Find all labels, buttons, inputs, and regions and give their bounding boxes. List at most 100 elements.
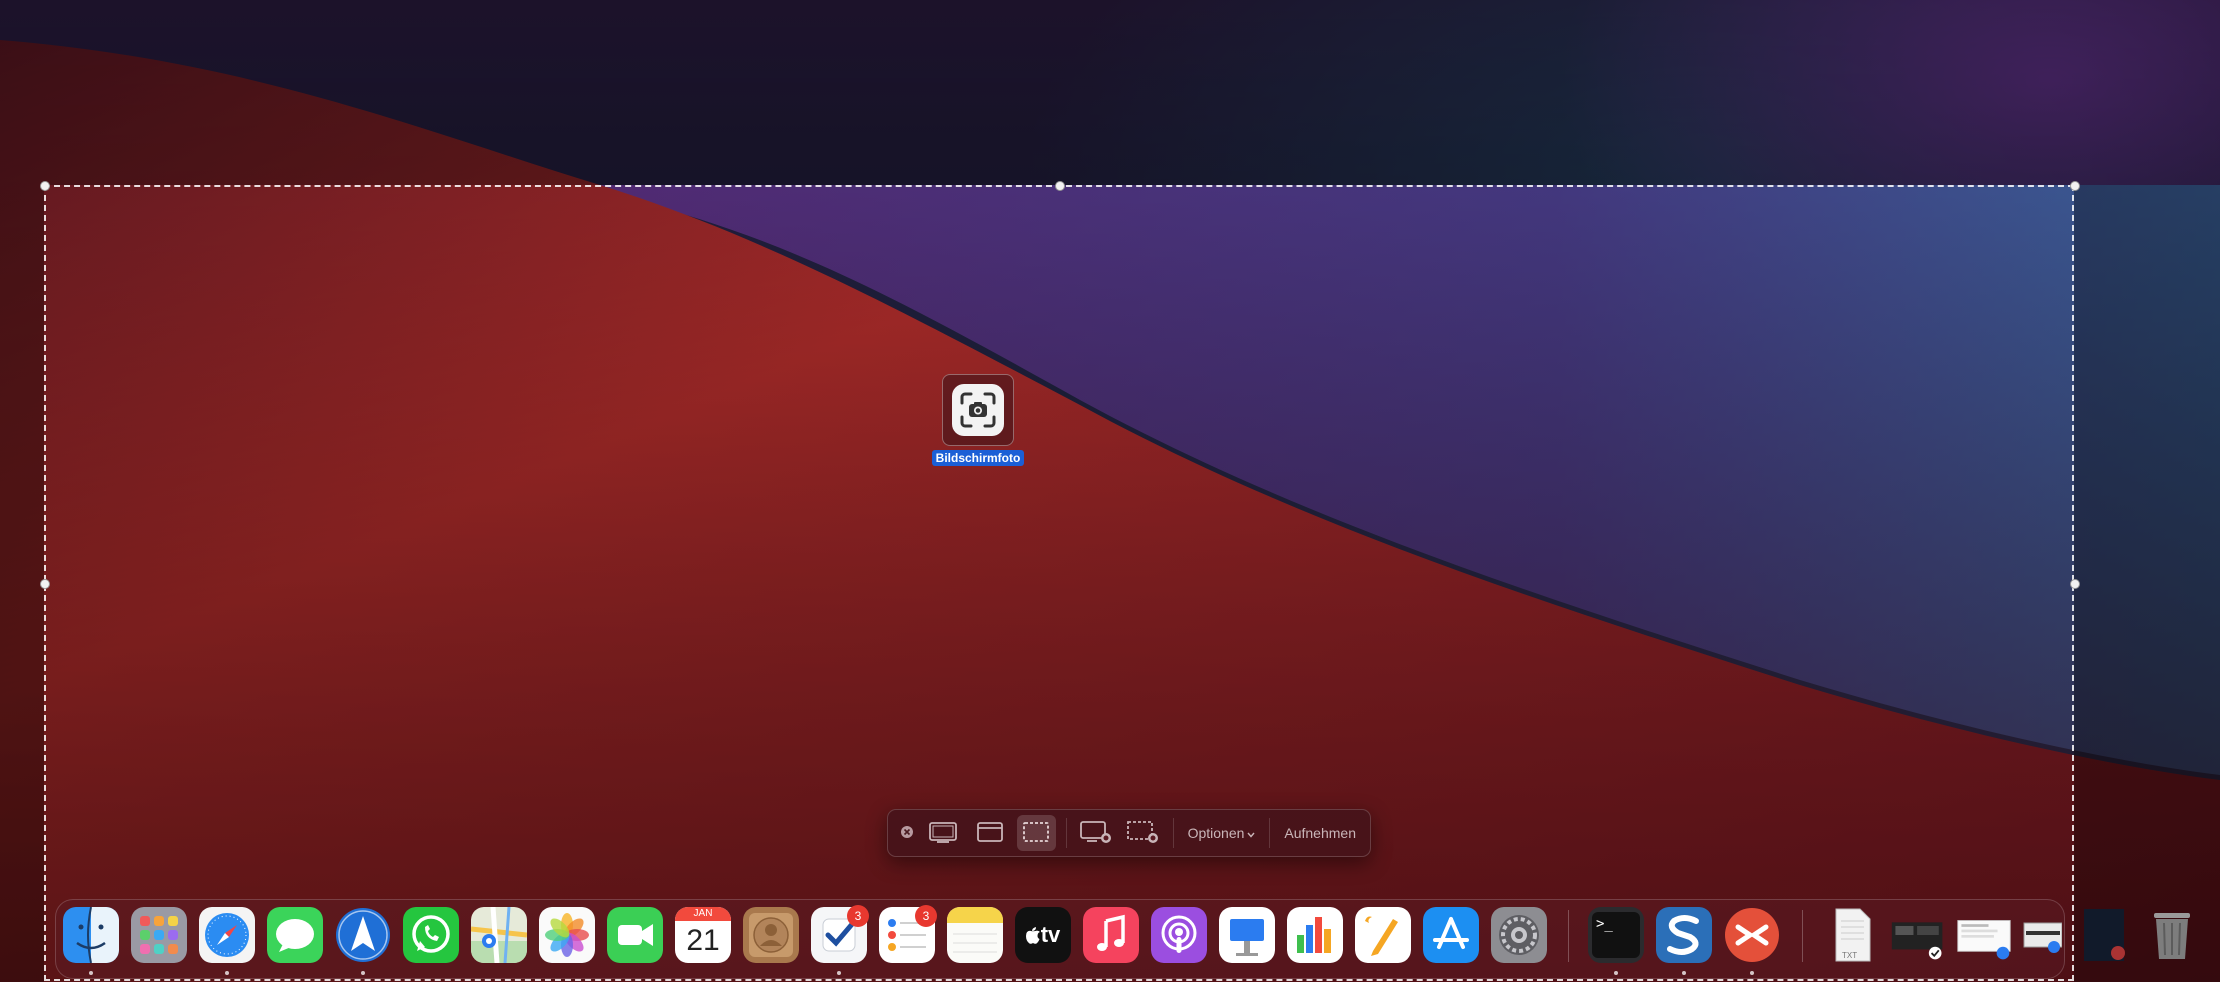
capture-selection-area[interactable]	[44, 185, 2074, 981]
whatsapp-icon	[403, 907, 459, 963]
desktop-icon-bildschirmfoto[interactable]: Bildschirmfoto	[928, 374, 1028, 467]
dock-app-facetime[interactable]	[607, 907, 663, 963]
safari-icon	[199, 907, 255, 963]
notification-badge: 3	[915, 905, 937, 927]
dock-app-photos[interactable]	[539, 907, 595, 963]
dock-app-safari[interactable]	[199, 907, 255, 963]
selection-dim-top	[0, 0, 2220, 185]
selection-handle-top[interactable]	[1055, 181, 1065, 191]
dock-trash[interactable]	[2144, 907, 2200, 963]
notes-icon	[947, 907, 1003, 963]
selection-handle-top-left[interactable]	[40, 181, 50, 191]
dock-app-whatsapp[interactable]	[403, 907, 459, 963]
calendar-month: JAN	[675, 907, 731, 921]
calendar-icon: JAN 21	[675, 907, 731, 963]
notification-badge: 3	[847, 905, 869, 927]
dock-app-app-store[interactable]	[1423, 907, 1479, 963]
music-icon	[1083, 907, 1139, 963]
app-store-icon	[1423, 907, 1479, 963]
dock-app-tv[interactable]: tv	[1015, 907, 1071, 963]
pages-icon	[1355, 907, 1411, 963]
dock-divider	[1802, 910, 1803, 962]
dark-document-icon	[2078, 907, 2134, 963]
dock-app-contacts[interactable]	[743, 907, 799, 963]
record-selection-button[interactable]	[1124, 815, 1163, 851]
dock-app-maps[interactable]	[471, 907, 527, 963]
toolbar-divider	[1065, 818, 1067, 848]
dock-stack-screenshots-2[interactable]	[1956, 907, 2012, 963]
record-screen-button[interactable]	[1077, 815, 1116, 851]
capture-label: Aufnehmen	[1284, 825, 1356, 841]
calendar-day: 21	[686, 924, 720, 957]
dock-app-keynote[interactable]	[1219, 907, 1275, 963]
dock-app-things[interactable]: 3	[811, 905, 869, 963]
launchpad-icon	[131, 907, 187, 963]
keynote-icon	[1219, 907, 1275, 963]
running-indicator	[1750, 971, 1754, 975]
screenshot-toolbar: Optionen Aufnehmen	[887, 809, 1371, 857]
selection-dim-right	[2074, 185, 2220, 982]
capture-window-button[interactable]	[970, 815, 1009, 851]
options-label: Optionen	[1187, 825, 1245, 841]
dock-app-system-preferences[interactable]	[1491, 907, 1547, 963]
terminal-prompt: >_	[1592, 912, 1640, 958]
dock-app-music[interactable]	[1083, 907, 1139, 963]
screenshot-thumbnail-icon	[1890, 907, 1946, 963]
dock-app-terminal[interactable]: >_	[1588, 907, 1644, 963]
dock-app-reminders[interactable]: 3	[879, 905, 937, 963]
podcasts-icon	[1151, 907, 1207, 963]
chevron-down-icon	[1247, 825, 1255, 841]
spark-icon	[335, 907, 391, 963]
trash-icon	[2144, 907, 2200, 963]
toolbar-divider	[1269, 818, 1271, 848]
running-indicator	[225, 971, 229, 975]
dock-app-remote-desktop[interactable]	[1724, 907, 1780, 963]
capture-screen-button[interactable]	[923, 815, 962, 851]
dock-stack-media[interactable]	[2078, 907, 2134, 963]
photos-icon	[539, 907, 595, 963]
dock-divider	[1568, 910, 1569, 962]
contacts-icon	[743, 907, 799, 963]
selection-handle-top-right[interactable]	[2070, 181, 2080, 191]
tv-label: tv	[1040, 922, 1061, 947]
dock-app-spark[interactable]	[335, 907, 391, 963]
capture-screen-icon	[928, 820, 958, 847]
terminal-icon: >_	[1588, 907, 1644, 963]
capture-window-icon	[975, 820, 1005, 847]
dock-stack-downloads[interactable]	[2022, 907, 2062, 963]
selection-handle-left[interactable]	[40, 579, 50, 589]
dock-stack-screenshots-1[interactable]	[1890, 907, 1946, 963]
dock-app-numbers[interactable]	[1287, 907, 1343, 963]
dock-app-scrivener[interactable]	[1656, 907, 1712, 963]
capture-button[interactable]: Aufnehmen	[1276, 815, 1364, 851]
capture-selection-button[interactable]	[1017, 815, 1056, 851]
capture-selection-icon	[1021, 820, 1051, 847]
facetime-icon	[607, 907, 663, 963]
dock-app-calendar[interactable]: JAN 21	[675, 907, 731, 963]
selection-handle-right[interactable]	[2070, 579, 2080, 589]
close-button[interactable]	[894, 815, 919, 851]
apple-tv-icon: tv	[1015, 907, 1071, 963]
dock-app-finder[interactable]	[63, 907, 119, 963]
selection-dim-left	[0, 185, 44, 982]
maps-icon	[471, 907, 527, 963]
dock-stack-documents[interactable]: TXT	[1824, 907, 1880, 963]
dock-app-pages[interactable]	[1355, 907, 1411, 963]
running-indicator	[1614, 971, 1618, 975]
toolbar-divider	[1172, 818, 1174, 848]
running-indicator	[1682, 971, 1686, 975]
desktop-icon-label: Bildschirmfoto	[931, 450, 1025, 466]
options-dropdown[interactable]: Optionen	[1180, 815, 1264, 851]
screenshot-app-icon	[942, 374, 1014, 446]
running-indicator	[361, 971, 365, 975]
dock-app-launchpad[interactable]	[131, 907, 187, 963]
dock-app-notes[interactable]	[947, 907, 1003, 963]
dock-app-podcasts[interactable]	[1151, 907, 1207, 963]
running-indicator	[89, 971, 93, 975]
record-screen-icon	[1079, 819, 1113, 848]
remote-desktop-icon	[1724, 907, 1780, 963]
dock-app-messages[interactable]	[267, 907, 323, 963]
downloads-thumbnail-icon	[2022, 907, 2062, 963]
txt-label: TXT	[1842, 951, 1858, 960]
running-indicator	[837, 971, 841, 975]
